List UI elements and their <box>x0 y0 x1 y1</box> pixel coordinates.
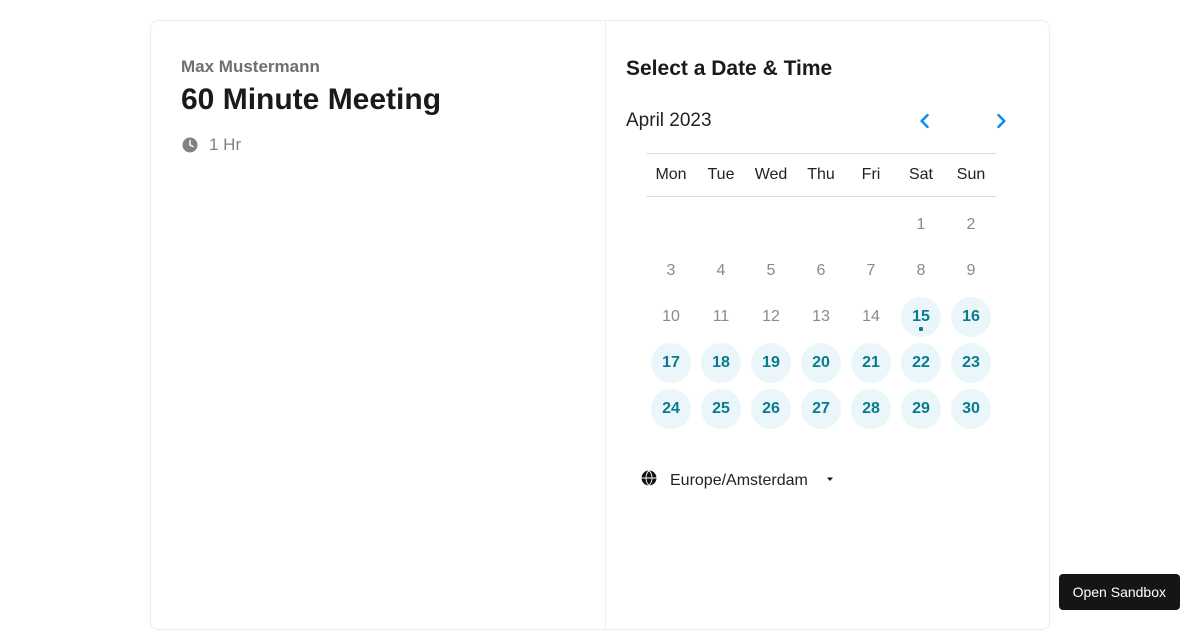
calendar-cell: 18 <box>696 343 746 383</box>
calendar-day-disabled: 1 <box>901 205 941 245</box>
calendar-cell: 8 <box>896 251 946 291</box>
calendar-day-disabled: 14 <box>851 297 891 337</box>
calendar-blank-cell <box>746 205 796 245</box>
weekday-header: Mon <box>646 154 696 196</box>
calendar-day-disabled: 8 <box>901 251 941 291</box>
calendar: MonTueWedThuFriSatSun 123456789101112131… <box>646 153 996 429</box>
calendar-body: 1234567891011121314151617181920212223242… <box>646 197 996 429</box>
calendar-day-available[interactable]: 16 <box>951 297 991 337</box>
calendar-cell: 17 <box>646 343 696 383</box>
calendar-day-available[interactable]: 30 <box>951 389 991 429</box>
calendar-day-available[interactable]: 21 <box>851 343 891 383</box>
weekday-header: Wed <box>746 154 796 196</box>
select-date-time-heading: Select a Date & Time <box>626 57 1029 81</box>
calendar-day-available[interactable]: 18 <box>701 343 741 383</box>
calendar-day-available[interactable]: 24 <box>651 389 691 429</box>
calendar-day-disabled: 12 <box>751 297 791 337</box>
weekday-header: Tue <box>696 154 746 196</box>
booking-card: Max Mustermann 60 Minute Meeting 1 Hr Se… <box>150 20 1050 630</box>
next-month-button[interactable] <box>987 107 1015 135</box>
calendar-day-disabled: 9 <box>951 251 991 291</box>
calendar-cell: 14 <box>846 297 896 337</box>
calendar-cell: 28 <box>846 389 896 429</box>
current-month-label: April 2023 <box>626 110 712 132</box>
calendar-blank-cell <box>696 205 746 245</box>
calendar-day-disabled: 10 <box>651 297 691 337</box>
calendar-day-disabled: 7 <box>851 251 891 291</box>
calendar-day-available[interactable]: 27 <box>801 389 841 429</box>
calendar-blank-cell <box>646 205 696 245</box>
open-sandbox-button[interactable]: Open Sandbox <box>1059 574 1180 610</box>
meeting-title: 60 Minute Meeting <box>181 83 575 117</box>
calendar-day-available[interactable]: 19 <box>751 343 791 383</box>
duration-label: 1 Hr <box>209 135 241 155</box>
meeting-info-pane: Max Mustermann 60 Minute Meeting 1 Hr <box>151 21 606 629</box>
calendar-day-disabled: 3 <box>651 251 691 291</box>
calendar-day-available[interactable]: 15 <box>901 297 941 337</box>
clock-icon <box>181 136 199 154</box>
calendar-cell: 13 <box>796 297 846 337</box>
calendar-cell: 11 <box>696 297 746 337</box>
calendar-day-disabled: 13 <box>801 297 841 337</box>
calendar-cell: 26 <box>746 389 796 429</box>
globe-icon <box>640 469 658 492</box>
calendar-day-available[interactable]: 29 <box>901 389 941 429</box>
calendar-header-row: MonTueWedThuFriSatSun <box>646 153 996 197</box>
calendar-cell: 27 <box>796 389 846 429</box>
calendar-cell: 20 <box>796 343 846 383</box>
timezone-selector[interactable]: Europe/Amsterdam <box>640 469 1029 492</box>
organizer-name: Max Mustermann <box>181 57 575 77</box>
calendar-day-disabled: 6 <box>801 251 841 291</box>
caret-down-icon <box>824 472 836 490</box>
calendar-cell: 19 <box>746 343 796 383</box>
weekday-header: Sat <box>896 154 946 196</box>
weekday-header: Thu <box>796 154 846 196</box>
calendar-cell: 9 <box>946 251 996 291</box>
calendar-day-available[interactable]: 23 <box>951 343 991 383</box>
chevron-right-icon <box>991 111 1011 131</box>
calendar-blank-cell <box>796 205 846 245</box>
calendar-cell: 29 <box>896 389 946 429</box>
calendar-cell: 25 <box>696 389 746 429</box>
calendar-day-disabled: 2 <box>951 205 991 245</box>
calendar-day-disabled: 11 <box>701 297 741 337</box>
calendar-day-available[interactable]: 25 <box>701 389 741 429</box>
calendar-cell: 21 <box>846 343 896 383</box>
calendar-cell: 16 <box>946 297 996 337</box>
weekday-header: Fri <box>846 154 896 196</box>
calendar-blank-cell <box>846 205 896 245</box>
month-nav-row: April 2023 <box>626 107 1029 135</box>
calendar-day-available[interactable]: 26 <box>751 389 791 429</box>
chevron-left-icon <box>915 111 935 131</box>
calendar-cell: 4 <box>696 251 746 291</box>
date-time-pane: Select a Date & Time April 2023 MonTueWe… <box>606 21 1049 629</box>
calendar-cell: 1 <box>896 205 946 245</box>
calendar-day-available[interactable]: 17 <box>651 343 691 383</box>
calendar-cell: 15 <box>896 297 946 337</box>
calendar-cell: 7 <box>846 251 896 291</box>
calendar-day-available[interactable]: 28 <box>851 389 891 429</box>
calendar-cell: 24 <box>646 389 696 429</box>
calendar-cell: 3 <box>646 251 696 291</box>
calendar-cell: 30 <box>946 389 996 429</box>
calendar-day-disabled: 5 <box>751 251 791 291</box>
calendar-cell: 23 <box>946 343 996 383</box>
calendar-cell: 6 <box>796 251 846 291</box>
calendar-cell: 10 <box>646 297 696 337</box>
calendar-cell: 12 <box>746 297 796 337</box>
calendar-day-disabled: 4 <box>701 251 741 291</box>
calendar-cell: 5 <box>746 251 796 291</box>
calendar-day-available[interactable]: 22 <box>901 343 941 383</box>
duration-row: 1 Hr <box>181 135 575 155</box>
timezone-label: Europe/Amsterdam <box>670 472 808 490</box>
calendar-cell: 2 <box>946 205 996 245</box>
calendar-cell: 22 <box>896 343 946 383</box>
calendar-day-available[interactable]: 20 <box>801 343 841 383</box>
prev-month-button[interactable] <box>911 107 939 135</box>
weekday-header: Sun <box>946 154 996 196</box>
